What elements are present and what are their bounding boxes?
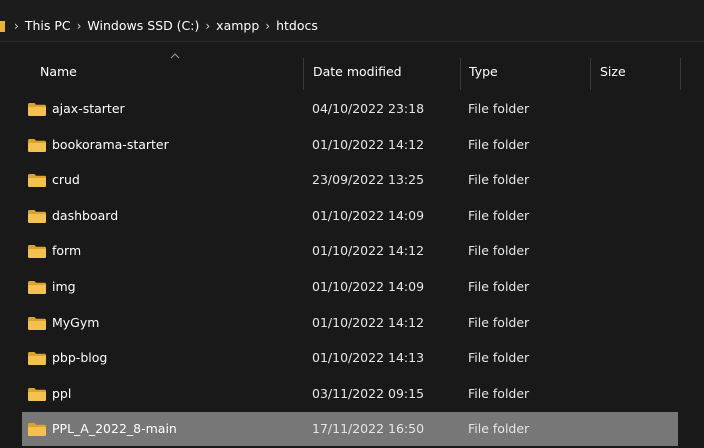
file-row[interactable]: bookorama-starter 01/10/2022 14:12 File … [22,128,678,162]
file-name: form [52,243,82,259]
file-row[interactable]: MyGym 01/10/2022 14:12 File folder [22,306,678,340]
column-header-date[interactable]: Date modified [313,64,402,79]
chevron-right-icon[interactable]: › [77,19,82,33]
file-row[interactable]: ajax-starter 04/10/2022 23:18 File folde… [22,92,678,126]
file-type: File folder [468,385,530,401]
file-date-modified: 01/10/2022 14:09 [312,207,425,223]
column-header-name[interactable]: Name [40,64,77,79]
file-row[interactable]: form 01/10/2022 14:12 File folder [22,234,678,268]
file-type: File folder [468,314,530,330]
folder-icon [28,174,46,188]
folder-icon [28,281,46,294]
column-divider[interactable] [303,58,304,90]
column-divider[interactable] [460,58,461,90]
column-header-type[interactable]: Type [469,64,498,79]
file-date-modified: 01/10/2022 14:12 [312,136,425,152]
chevron-right-icon[interactable]: › [265,19,270,33]
file-row[interactable]: crud 23/09/2022 13:25 File folder [22,163,678,197]
breadcrumb: › This PC › Windows SSD (C:) › xampp › h… [14,18,318,33]
file-date-modified: 04/10/2022 23:18 [312,101,425,116]
chevron-right-icon[interactable]: › [205,19,210,33]
column-divider[interactable] [680,58,681,90]
file-type: File folder [468,136,530,152]
file-row[interactable]: img 01/10/2022 14:09 File folder [22,270,678,304]
file-date-modified: 23/09/2022 13:25 [312,172,425,188]
folder-icon [28,138,46,152]
file-type: File folder [468,279,530,294]
file-name: dashboard [52,207,119,223]
file-type: File folder [468,421,530,437]
file-date-modified: 01/10/2022 14:12 [312,243,425,259]
file-date-modified: 03/11/2022 09:15 [312,385,425,401]
folder-icon [28,316,46,330]
file-explorer-window: › This PC › Windows SSD (C:) › xampp › h… [0,0,704,448]
file-row[interactable]: PPL_A_2022_8-main 17/11/2022 16:50 File … [22,412,678,447]
file-name: PPL_A_2022_8-main [52,421,177,437]
column-header-size[interactable]: Size [600,64,626,79]
folder-icon [28,352,46,366]
column-divider[interactable] [590,58,591,90]
breadcrumb-item-this-pc[interactable]: This PC [25,18,71,33]
address-bar[interactable]: › This PC › Windows SSD (C:) › xampp › h… [0,0,704,42]
file-date-modified: 01/10/2022 14:13 [312,350,425,366]
file-name: ajax-starter [52,101,125,116]
file-row[interactable]: dashboard 01/10/2022 14:09 File folder [22,199,678,233]
file-row[interactable]: ppl 03/11/2022 09:15 File folder [22,377,678,411]
breadcrumb-item-htdocs[interactable]: htdocs [276,18,318,33]
file-type: File folder [468,101,530,116]
file-name: ppl [52,385,72,401]
breadcrumb-item-xampp[interactable]: xampp [216,18,259,33]
file-type: File folder [468,243,530,259]
file-type: File folder [468,207,530,223]
file-type: File folder [468,350,530,366]
file-date-modified: 17/11/2022 16:50 [312,421,425,437]
address-folder-icon [0,21,5,32]
column-header: Name Date modified Type Size [0,42,704,92]
folder-icon [28,387,46,401]
sort-ascending-icon [170,53,180,59]
file-date-modified: 01/10/2022 14:12 [312,314,425,330]
folder-icon [28,209,46,223]
folder-icon [28,423,46,437]
breadcrumb-item-windows-ssd[interactable]: Windows SSD (C:) [87,18,199,33]
file-name: MyGym [52,314,100,330]
folder-icon [28,245,46,259]
file-type: File folder [468,172,530,188]
file-name: bookorama-starter [52,136,169,152]
folder-icon [28,103,46,116]
file-name: crud [52,172,80,188]
chevron-right-icon[interactable]: › [14,19,19,33]
file-name: img [52,279,76,294]
file-name: pbp-blog [52,350,108,366]
file-date-modified: 01/10/2022 14:09 [312,279,425,294]
file-row[interactable]: pbp-blog 01/10/2022 14:13 File folder [22,341,678,375]
